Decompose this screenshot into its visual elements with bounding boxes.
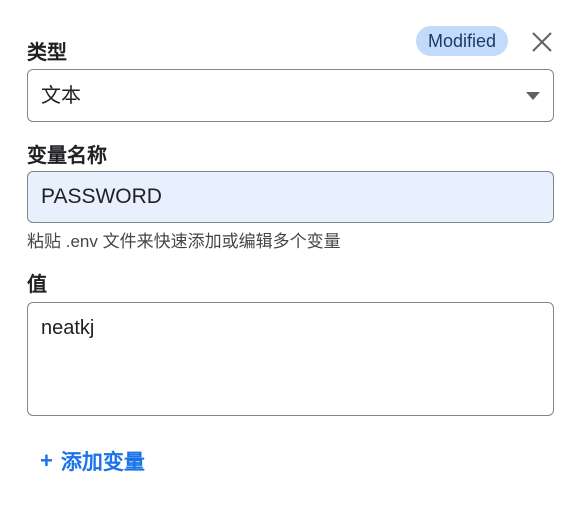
env-paste-hint: 粘贴 .env 文件来快速添加或编辑多个变量 bbox=[27, 232, 341, 251]
variable-name-input[interactable] bbox=[27, 171, 554, 223]
type-label: 类型 bbox=[27, 42, 67, 64]
plus-icon: + bbox=[40, 448, 53, 473]
variable-value-input[interactable]: neatkj bbox=[27, 302, 554, 416]
type-select-value: 文本 bbox=[41, 85, 81, 107]
add-variable-label: 添加变量 bbox=[60, 451, 145, 474]
value-label: 值 bbox=[27, 274, 47, 296]
status-badge: Modified bbox=[416, 26, 509, 56]
chevron-down-icon bbox=[526, 92, 540, 100]
name-label: 变量名称 bbox=[27, 145, 107, 167]
close-button[interactable] bbox=[528, 28, 556, 56]
variable-editor-panel: 类型 Modified 文本 变量名称 粘贴 .env 文件来快速添加或编辑多个… bbox=[0, 0, 585, 511]
close-icon bbox=[532, 32, 552, 52]
add-variable-button[interactable]: + 添加变量 bbox=[40, 446, 145, 476]
type-select[interactable]: 文本 bbox=[27, 69, 554, 122]
